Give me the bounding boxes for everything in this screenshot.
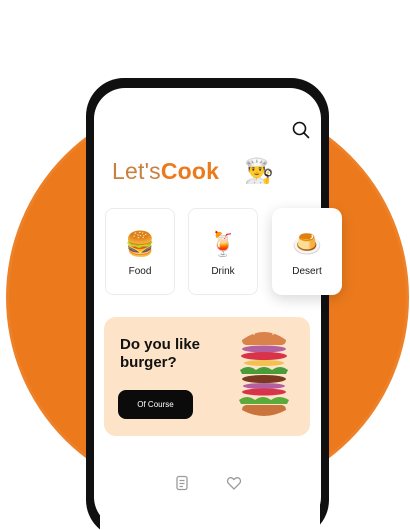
bottom-fade <box>100 492 320 530</box>
burger-illustration <box>239 330 289 416</box>
phone-screen <box>94 88 321 528</box>
app-logo: Let'sCook <box>112 158 219 185</box>
pudding-icon: 🍮 <box>292 230 322 258</box>
category-drink[interactable]: 🍹 Drink <box>188 208 258 295</box>
category-food[interactable]: 🍔 Food <box>105 208 175 295</box>
category-label: Desert <box>292 265 322 277</box>
logo-suffix: Cook <box>160 158 220 184</box>
category-label: Food <box>128 265 152 277</box>
of-course-button[interactable]: Of Course <box>118 390 193 419</box>
burger-icon: 🍔 <box>125 230 155 258</box>
chef-icon: 👨‍🍳 <box>244 158 274 185</box>
heart-icon[interactable] <box>226 475 242 491</box>
category-desert[interactable]: 🍮 Desert <box>272 208 342 295</box>
cocktail-icon: 🍹 <box>208 230 238 258</box>
promo-title: Do you like burger? <box>120 336 201 371</box>
search-icon[interactable] <box>292 121 310 139</box>
list-icon[interactable] <box>174 475 190 491</box>
logo-prefix: Let's <box>112 158 161 184</box>
category-label: Drink <box>211 265 235 277</box>
